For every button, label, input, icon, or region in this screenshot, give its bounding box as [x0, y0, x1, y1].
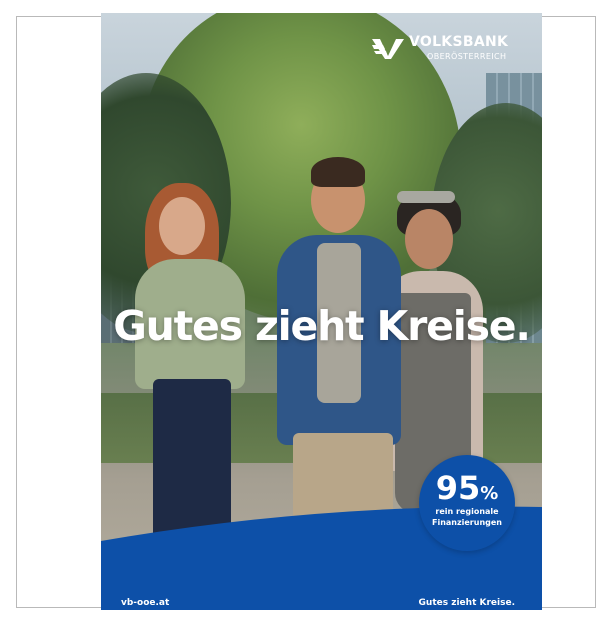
advertisement-poster: Gutes zieht Kreise. VOLKSBANK OBERÖSTERR…	[101, 13, 542, 610]
badge-label-line1: rein regionale	[435, 507, 499, 516]
badge-label-line2: Finanzierungen	[431, 518, 502, 527]
footer-slogan: Gutes zieht Kreise.	[418, 598, 515, 608]
logo-region: OBERÖSTERREICH	[427, 52, 507, 61]
logo-name: VOLKSBANK	[409, 34, 509, 50]
statistic-badge: 95% rein regionale Finanzierungen	[419, 455, 515, 551]
volksbank-logo-icon	[372, 39, 404, 59]
badge-value: 95%	[435, 469, 499, 507]
volksbank-logo: VOLKSBANK OBERÖSTERREICH	[371, 33, 536, 69]
headline: Gutes zieht Kreise.	[113, 302, 531, 350]
footer-url: vb-ooe.at	[121, 598, 170, 608]
badge-unit: %	[480, 483, 499, 504]
